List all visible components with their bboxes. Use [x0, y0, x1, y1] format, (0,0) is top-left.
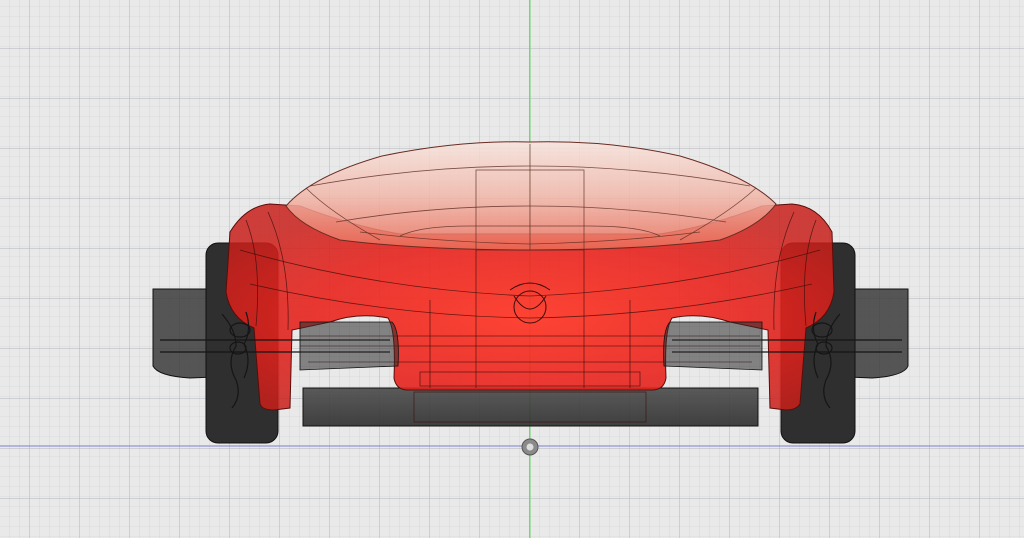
left-air-duct — [299, 321, 399, 371]
viewport-canvas[interactable] — [0, 0, 1024, 538]
origin-point-icon[interactable] — [521, 438, 539, 456]
undertray — [302, 387, 759, 427]
design-viewport[interactable] — [0, 0, 1024, 538]
right-air-duct — [663, 321, 763, 371]
